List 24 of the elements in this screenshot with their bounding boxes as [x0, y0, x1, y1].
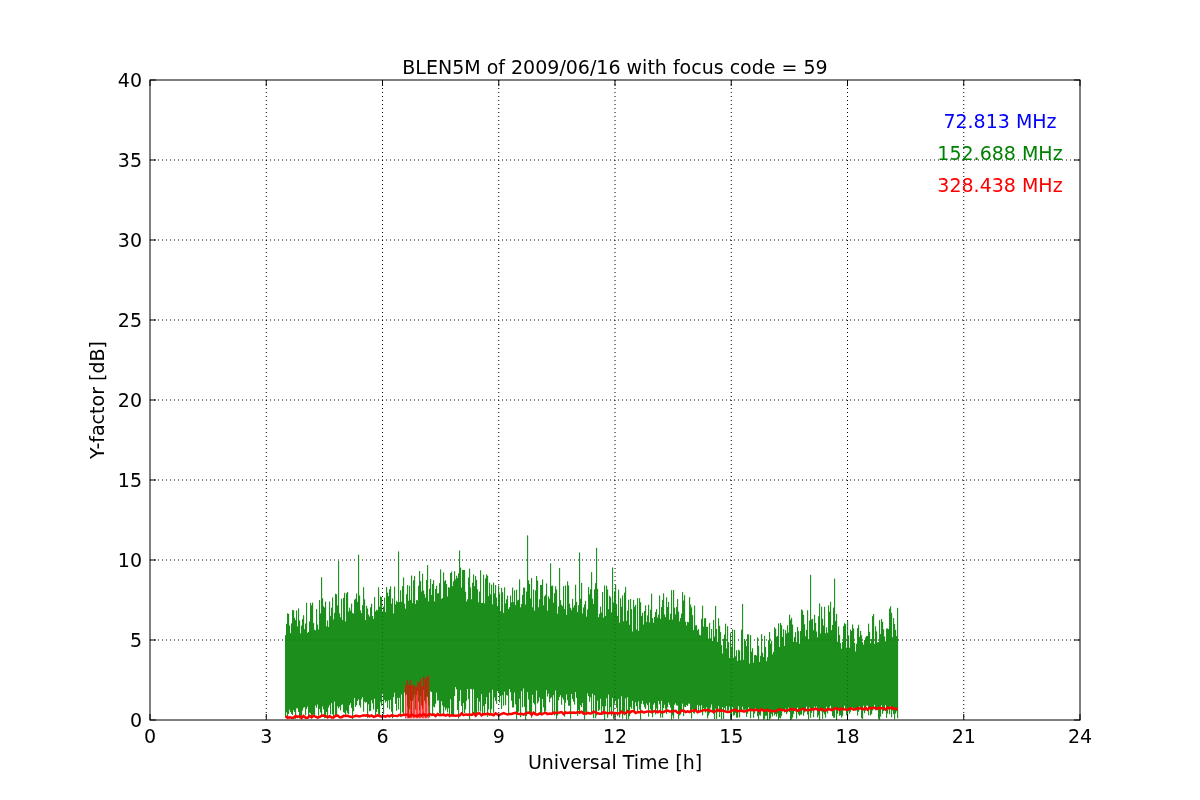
- y-tick-label: 30: [117, 229, 142, 251]
- x-axis-label: Universal Time [h]: [527, 751, 703, 773]
- x-tick-label: 15: [719, 725, 744, 747]
- y-tick-label: 20: [117, 389, 142, 411]
- x-tick-label: 18: [835, 725, 860, 747]
- y-tick-label: 0: [129, 709, 142, 731]
- x-tick-label: 24: [1067, 725, 1093, 747]
- y-tick-label: 35: [117, 149, 142, 171]
- legend-label: 152.688 MHz: [937, 142, 1063, 164]
- legend-label: 72.813 MHz: [943, 110, 1057, 132]
- chart-title: BLEN5M of 2009/06/16 with focus code = 59: [402, 56, 828, 78]
- x-tick-label: 6: [376, 725, 389, 747]
- y-axis-label: Y-factor [dB]: [86, 341, 108, 459]
- y-tick-label: 15: [117, 469, 142, 491]
- x-tick-label: 12: [602, 725, 628, 747]
- legend-label: 328.438 MHz: [937, 174, 1063, 196]
- y-tick-label: 25: [117, 309, 142, 331]
- x-tick-label: 21: [951, 725, 976, 747]
- y-tick-label: 10: [117, 549, 142, 571]
- x-tick-label: 0: [143, 725, 157, 747]
- y-tick-label: 40: [117, 69, 142, 91]
- x-tick-label: 3: [260, 725, 273, 747]
- y-tick-label: 5: [129, 629, 142, 651]
- x-tick-label: 9: [492, 725, 505, 747]
